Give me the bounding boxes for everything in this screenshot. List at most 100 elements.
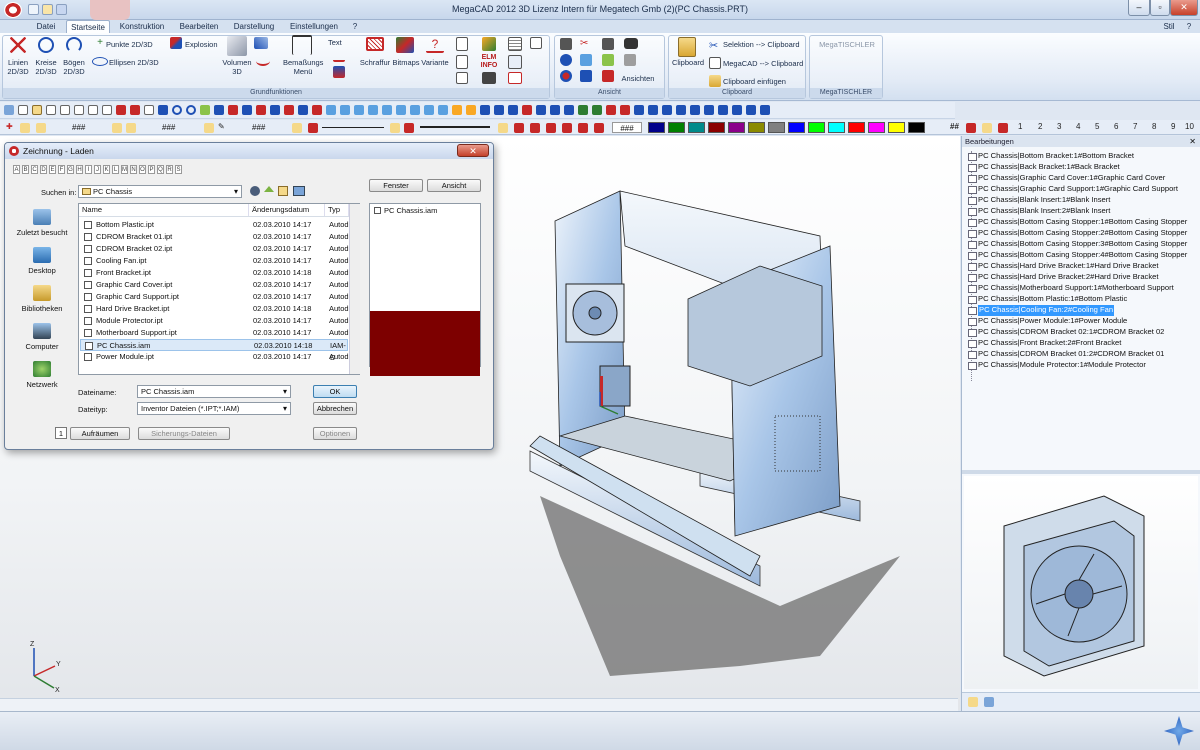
monitor-icon[interactable] bbox=[560, 38, 572, 50]
tree-item[interactable]: PC Chassis|Back Bracket:1#Back Bracket bbox=[968, 162, 1120, 173]
tree-item[interactable]: PC Chassis|Blank Insert:1#Blank Insert bbox=[967, 195, 1110, 206]
drive-letter-button[interactable]: S bbox=[175, 165, 182, 174]
pen-icon[interactable]: ✎ bbox=[218, 122, 225, 131]
tb-copy2-icon[interactable] bbox=[270, 105, 280, 115]
ellipse-icon[interactable] bbox=[92, 57, 108, 66]
tb-grid2-icon[interactable] bbox=[592, 105, 602, 115]
drive-letter-button[interactable]: M bbox=[121, 165, 128, 174]
tb-view1-icon[interactable] bbox=[326, 105, 336, 115]
tb-shade2-icon[interactable] bbox=[494, 105, 504, 115]
attr-x1-icon[interactable] bbox=[514, 123, 524, 133]
optionen-button[interactable]: Optionen bbox=[313, 427, 357, 440]
tb-mirror-icon[interactable] bbox=[242, 105, 252, 115]
attr-lock-icon[interactable] bbox=[20, 123, 30, 133]
tab-help[interactable]: ? bbox=[348, 20, 362, 33]
attr-lock7-icon[interactable] bbox=[390, 123, 400, 133]
view-menu-icon[interactable] bbox=[293, 186, 305, 196]
tb-snap7-icon[interactable] bbox=[718, 105, 728, 115]
style-menu[interactable]: Stil bbox=[1158, 20, 1180, 33]
tb-save-icon[interactable] bbox=[46, 105, 56, 115]
color-swatch-2[interactable] bbox=[668, 122, 685, 133]
clipboard-icon[interactable] bbox=[678, 37, 696, 57]
tb-light2-icon[interactable] bbox=[466, 105, 476, 115]
magic-icon[interactable] bbox=[482, 37, 496, 51]
grid-icon[interactable] bbox=[508, 37, 522, 51]
punkte-button[interactable]: Punkte 2D/3D bbox=[106, 40, 162, 49]
tb-zoom3-icon[interactable] bbox=[564, 105, 574, 115]
file-row[interactable]: Graphic Card Cover.ipt 02.03.2010 14:17 Au… bbox=[80, 279, 353, 291]
tb-undo-icon[interactable] bbox=[172, 105, 182, 115]
tb-print-icon[interactable] bbox=[74, 105, 84, 115]
drive-letter-button[interactable]: K bbox=[103, 165, 110, 174]
selektion-clipboard-button[interactable]: Selektion --> Clipboard bbox=[723, 40, 805, 49]
tree-item[interactable]: PC Chassis|Blank Insert:2#Blank Insert bbox=[967, 206, 1110, 217]
view-box-icon[interactable] bbox=[580, 70, 592, 82]
tb-layer-icon[interactable] bbox=[606, 105, 616, 115]
layer-b-icon[interactable] bbox=[982, 123, 992, 133]
attr-lock4-icon[interactable] bbox=[126, 123, 136, 133]
file-row[interactable]: Cooling Fan.ipt 02.03.2010 14:17 Autode bbox=[80, 255, 353, 267]
column-date[interactable]: Änderungsdatum bbox=[249, 204, 325, 216]
tb-view9-icon[interactable] bbox=[438, 105, 448, 115]
tree-item[interactable]: PC Chassis|Bottom Casing Stopper:3#Botto… bbox=[967, 239, 1187, 250]
lines-icon[interactable] bbox=[10, 37, 26, 53]
file-row[interactable]: Motherboard Support.ipt 02.03.2010 14:17 A… bbox=[80, 327, 353, 339]
tb-view2-icon[interactable] bbox=[340, 105, 350, 115]
file-row[interactable]: Front Bracket.ipt 02.03.2010 14:18 Autode bbox=[80, 267, 353, 279]
bitmaps-button[interactable]: Bitmaps bbox=[390, 58, 422, 67]
attr-x3-icon[interactable] bbox=[546, 123, 556, 133]
tree-item[interactable]: PC Chassis|Hard Drive Bracket:2#Hard Dri… bbox=[967, 272, 1158, 283]
device-icon[interactable] bbox=[482, 72, 496, 84]
ansichten-button[interactable]: Ansichten bbox=[620, 74, 656, 83]
tb-zoom-icon[interactable] bbox=[536, 105, 546, 115]
tb-snap5-icon[interactable] bbox=[690, 105, 700, 115]
sweep-icon[interactable] bbox=[254, 37, 268, 49]
linetype-icon[interactable] bbox=[308, 123, 318, 133]
tb-scale-icon[interactable] bbox=[256, 105, 266, 115]
text-button[interactable]: Text bbox=[328, 38, 350, 47]
dimension-icon[interactable] bbox=[292, 35, 312, 55]
folder-combo[interactable]: PC Chassis bbox=[78, 185, 242, 198]
tb-open-icon[interactable] bbox=[32, 105, 42, 115]
linetype-preview[interactable] bbox=[322, 127, 384, 128]
explosion-icon[interactable] bbox=[170, 37, 182, 49]
volumen-label[interactable]: Volumen bbox=[220, 58, 254, 67]
tb-view5-icon[interactable] bbox=[382, 105, 392, 115]
column-name[interactable]: Name bbox=[79, 204, 249, 216]
layer-number-2[interactable]: 2 bbox=[1038, 122, 1042, 131]
tb-shade3-icon[interactable] bbox=[508, 105, 518, 115]
drive-letter-button[interactable]: R bbox=[166, 165, 173, 174]
file-list-scrollbar[interactable] bbox=[349, 204, 360, 374]
linewidth-preview[interactable] bbox=[420, 126, 490, 128]
calculator-icon[interactable] bbox=[508, 55, 522, 69]
megacad-clipboard-button[interactable]: MegaCAD --> Clipboard bbox=[723, 59, 805, 68]
file-row[interactable]: CDROM Bracket 01.ipt 02.03.2010 14:17 Auto… bbox=[80, 231, 353, 243]
ellipsen-button[interactable]: Ellipsen 2D/3D bbox=[109, 58, 169, 67]
color-swatch-8[interactable] bbox=[788, 122, 805, 133]
drive-letter-button[interactable]: L bbox=[112, 165, 119, 174]
tb-view8-icon[interactable] bbox=[424, 105, 434, 115]
tb-paste-icon[interactable] bbox=[158, 105, 168, 115]
file-row[interactable]: Hard Drive Bracket.ipt 02.03.2010 14:18 Au… bbox=[80, 303, 353, 315]
layer-c-icon[interactable] bbox=[998, 123, 1008, 133]
elm-info-button[interactable]: ELM INFO bbox=[478, 54, 500, 70]
save-quick-icon[interactable] bbox=[56, 4, 67, 15]
linewidth-icon[interactable] bbox=[404, 123, 414, 133]
curve-icon[interactable] bbox=[256, 56, 270, 66]
layer-number-4[interactable]: 4 bbox=[1076, 122, 1080, 131]
dateiname-field[interactable]: PC Chassis.iam bbox=[137, 385, 291, 398]
ansicht-button[interactable]: Ansicht bbox=[427, 179, 481, 192]
tree-item[interactable]: PC Chassis|Bottom Plastic:1#Bottom Plast… bbox=[967, 294, 1127, 305]
layer-number-7[interactable]: 7 bbox=[1133, 122, 1137, 131]
tree-item[interactable]: PC Chassis|Graphic Card Cover:1#Graphic … bbox=[967, 173, 1165, 184]
color-swatch-3[interactable] bbox=[688, 122, 705, 133]
drive-letter-button[interactable]: Q bbox=[157, 165, 164, 174]
attr-plus-icon[interactable]: ✚ bbox=[6, 122, 13, 131]
tb-snap6-icon[interactable] bbox=[704, 105, 714, 115]
arcs-icon[interactable] bbox=[66, 37, 82, 53]
tb-new-icon[interactable] bbox=[4, 105, 14, 115]
hash-field-2[interactable]: ### bbox=[162, 122, 175, 133]
tb-snap3-icon[interactable] bbox=[662, 105, 672, 115]
document-3-icon[interactable] bbox=[456, 72, 468, 84]
aufraeumen-button[interactable]: Aufräumen bbox=[70, 427, 130, 440]
